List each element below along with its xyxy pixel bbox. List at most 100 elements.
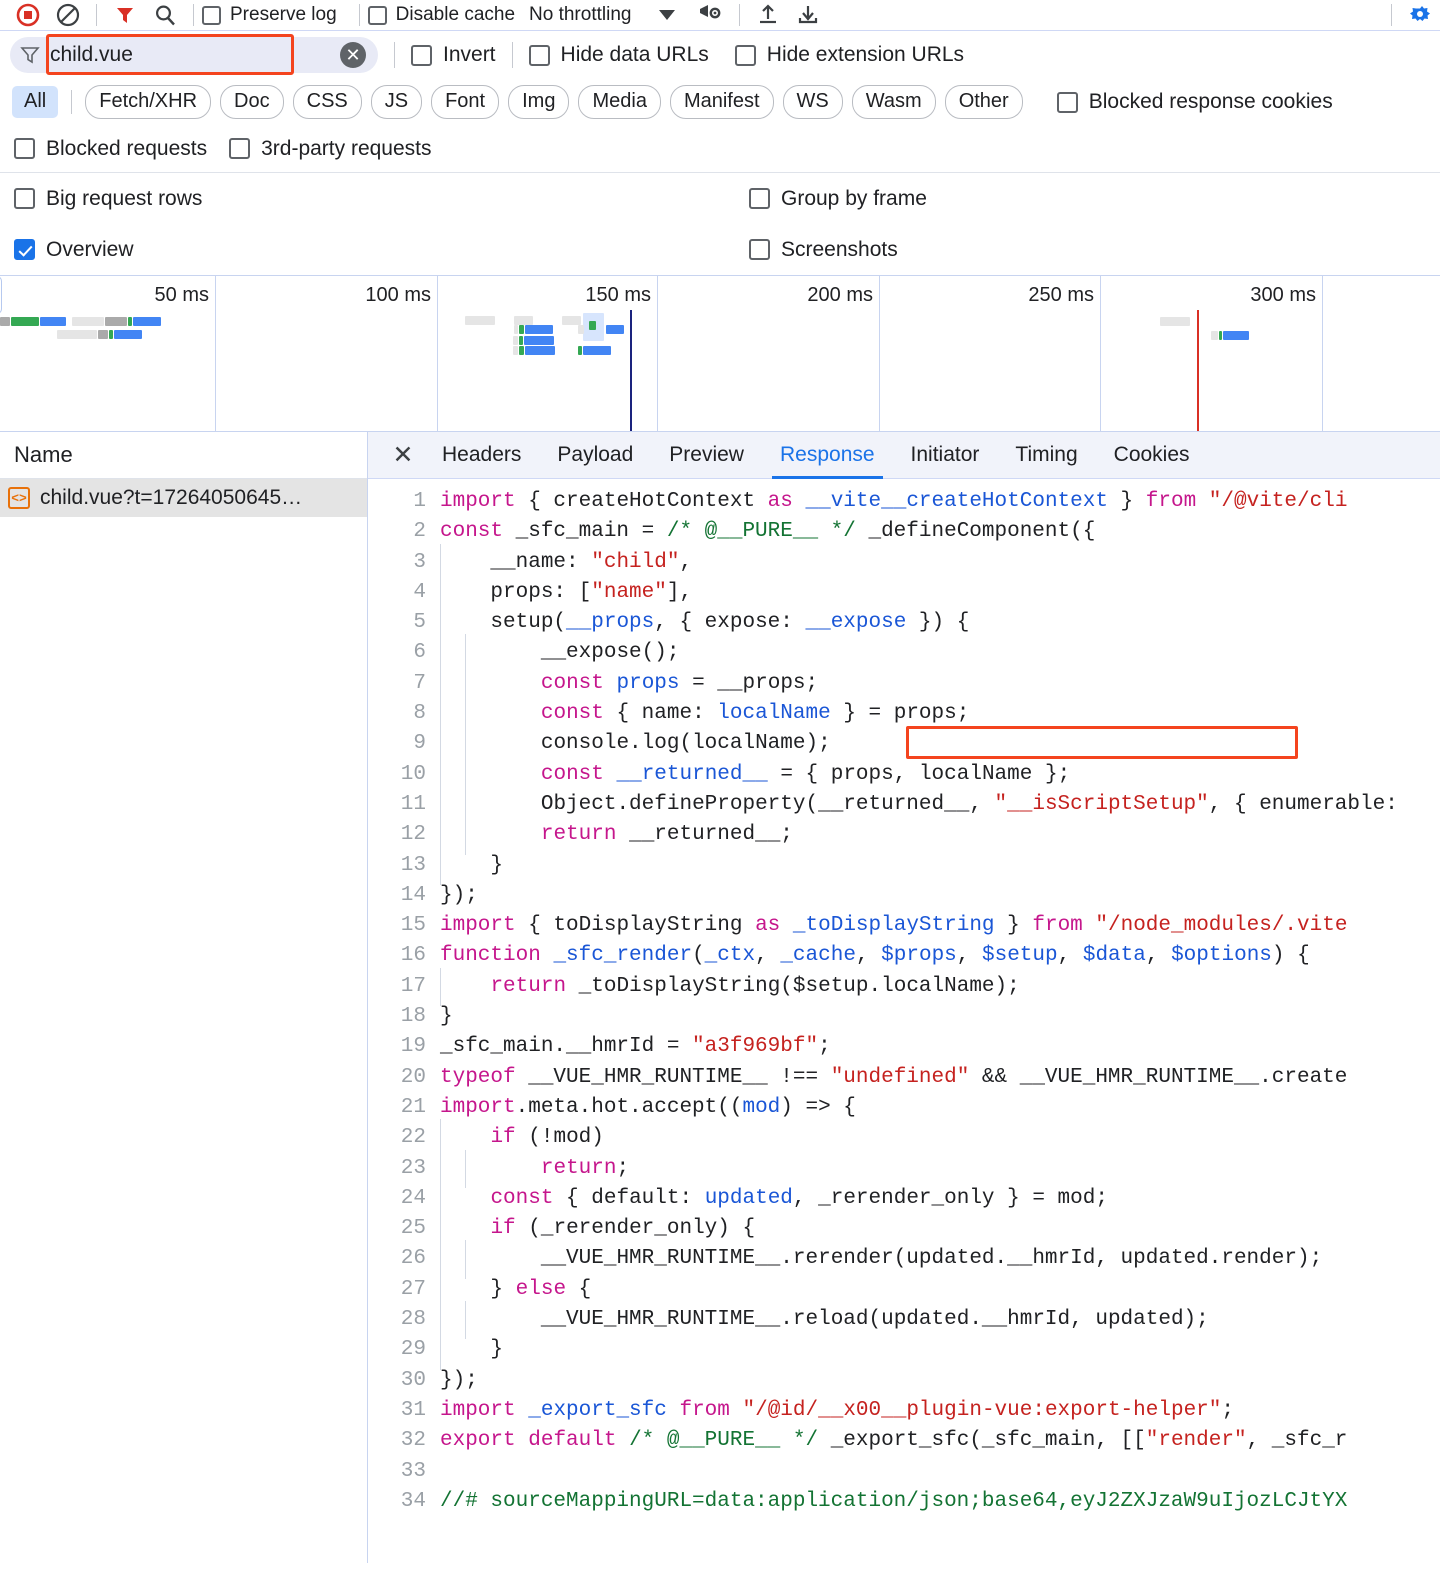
export-har-icon[interactable] — [788, 0, 828, 31]
chip-img[interactable]: Img — [508, 85, 569, 119]
response-code-viewer[interactable]: 1import { createHotContext as __vite__cr… — [368, 479, 1440, 1563]
chip-css[interactable]: CSS — [293, 85, 362, 119]
code-token — [793, 490, 806, 513]
code-text: import.meta.hot.accept((mod) => { — [440, 1093, 856, 1123]
chip-font[interactable]: Font — [431, 85, 499, 119]
filter-input[interactable] — [44, 43, 340, 67]
overview-left-handle[interactable] — [0, 276, 2, 314]
code-token: } = props; — [831, 702, 970, 725]
preserve-log-checkbox[interactable]: Preserve log — [202, 4, 337, 26]
code-token: if — [490, 1217, 515, 1240]
code-token: _export_sfc — [528, 1399, 667, 1422]
filter-input-wrapper[interactable]: ✕ — [10, 37, 378, 73]
request-name: child.vue?t=17264050645… — [40, 486, 302, 510]
code-token — [1196, 490, 1209, 513]
tab-response[interactable]: Response — [762, 432, 893, 479]
hide-data-urls-checkbox[interactable]: Hide data URLs — [529, 43, 709, 67]
overview-request-bar — [1211, 331, 1218, 340]
tab-cookies[interactable]: Cookies — [1096, 432, 1208, 479]
overview-request-bar — [578, 325, 584, 334]
code-text: if (_rerender_only) { — [440, 1214, 755, 1244]
code-token: "name" — [591, 581, 667, 604]
overview-request-bar — [133, 317, 161, 326]
chip-other[interactable]: Other — [945, 85, 1023, 119]
tab-timing[interactable]: Timing — [997, 432, 1095, 479]
code-line: 24 const { default: updated, _rerender_o… — [368, 1184, 1440, 1214]
chip-ws[interactable]: WS — [783, 85, 843, 119]
third-party-requests-checkbox[interactable]: 3rd-party requests — [229, 137, 431, 161]
code-text: const _sfc_main = /* @__PURE__ */ _defin… — [440, 517, 1095, 547]
network-overview-timeline[interactable]: 50 ms 100 ms 150 ms 200 ms 250 ms 300 ms — [0, 275, 1440, 432]
code-token: , — [1146, 944, 1171, 967]
chip-all[interactable]: All — [12, 86, 58, 118]
code-token: , — [957, 944, 982, 967]
overview-request-bar — [98, 330, 108, 339]
overview-request-bar — [40, 317, 66, 326]
blocked-requests-checkbox[interactable]: Blocked requests — [14, 137, 207, 161]
code-token: as — [755, 914, 780, 937]
table-row[interactable]: <> child.vue?t=17264050645… — [0, 479, 367, 517]
chip-wasm[interactable]: Wasm — [852, 85, 936, 119]
chip-js[interactable]: JS — [371, 85, 422, 119]
indent-guide — [440, 669, 465, 699]
code-token: default — [528, 1429, 616, 1452]
chip-doc[interactable]: Doc — [220, 85, 284, 119]
code-line: 28 __VUE_HMR_RUNTIME__.reload(updated.__… — [368, 1305, 1440, 1335]
code-token — [516, 1429, 529, 1452]
filter-icon[interactable] — [105, 0, 145, 31]
import-har-icon[interactable] — [748, 0, 788, 31]
code-token: /* @__PURE__ */ — [667, 520, 856, 543]
tab-preview[interactable]: Preview — [651, 432, 762, 479]
big-request-rows-checkbox[interactable]: Big request rows — [14, 187, 202, 211]
code-token: import — [440, 1399, 516, 1422]
chip-fetch-xhr[interactable]: Fetch/XHR — [85, 85, 211, 119]
screenshots-checkbox[interactable]: Screenshots — [749, 238, 898, 262]
code-token: Object.defineProperty(__returned__, — [490, 793, 994, 816]
overview-tick-150: 150 ms — [585, 284, 657, 307]
blocked-response-cookies-checkbox[interactable]: Blocked response cookies — [1057, 90, 1333, 114]
overview-tick-100: 100 ms — [365, 284, 437, 307]
indent-guide — [440, 548, 465, 578]
code-token: return — [541, 823, 617, 846]
code-token: const — [440, 520, 503, 543]
invert-checkbox[interactable]: Invert — [411, 43, 496, 67]
code-line: 13 } — [368, 851, 1440, 881]
settings-gear-icon[interactable] — [1400, 0, 1440, 31]
overview-gridline — [657, 276, 658, 431]
code-token: const — [541, 672, 604, 695]
close-icon[interactable]: ✕ — [382, 432, 424, 479]
code-text: const __returned__ = { props, localName … — [440, 760, 1070, 790]
code-token — [465, 1126, 490, 1149]
name-column-header[interactable]: Name — [0, 432, 367, 479]
search-icon[interactable] — [145, 0, 185, 31]
code-line: 8 const { name: localName } = props; — [368, 699, 1440, 729]
code-token: __VUE_HMR_RUNTIME__.reload(updated.__hmr… — [490, 1308, 1208, 1331]
clear-filter-icon[interactable]: ✕ — [340, 42, 366, 68]
record-stop-icon[interactable] — [8, 0, 48, 31]
chevron-down-icon[interactable] — [659, 10, 675, 20]
code-token: mod — [742, 1096, 780, 1119]
hide-extension-urls-checkbox[interactable]: Hide extension URLs — [735, 43, 964, 67]
indent-guide — [465, 760, 490, 790]
chip-manifest[interactable]: Manifest — [670, 85, 774, 119]
indent-guide — [440, 972, 465, 1002]
line-number: 17 — [368, 972, 440, 1002]
code-token: props — [616, 672, 679, 695]
overview-request-bar — [72, 317, 104, 326]
code-text: return; — [440, 1154, 629, 1184]
tab-payload[interactable]: Payload — [539, 432, 651, 479]
overview-tick-200: 200 ms — [807, 284, 879, 307]
code-text: Object.defineProperty(__returned__, "__i… — [440, 790, 1398, 820]
clear-icon[interactable] — [48, 0, 88, 31]
tab-headers[interactable]: Headers — [424, 432, 539, 479]
throttling-select[interactable]: No throttling — [529, 4, 631, 26]
code-line: 30}); — [368, 1366, 1440, 1396]
tab-initiator[interactable]: Initiator — [893, 432, 998, 479]
network-conditions-icon[interactable] — [691, 0, 731, 31]
chip-media[interactable]: Media — [578, 85, 660, 119]
code-token: , _rerender_only } = mod; — [793, 1187, 1108, 1210]
disable-cache-checkbox[interactable]: Disable cache — [368, 4, 515, 26]
overview-checkbox[interactable]: Overview — [14, 238, 134, 262]
group-by-frame-checkbox[interactable]: Group by frame — [749, 187, 927, 211]
overview-request-bar — [606, 325, 624, 334]
